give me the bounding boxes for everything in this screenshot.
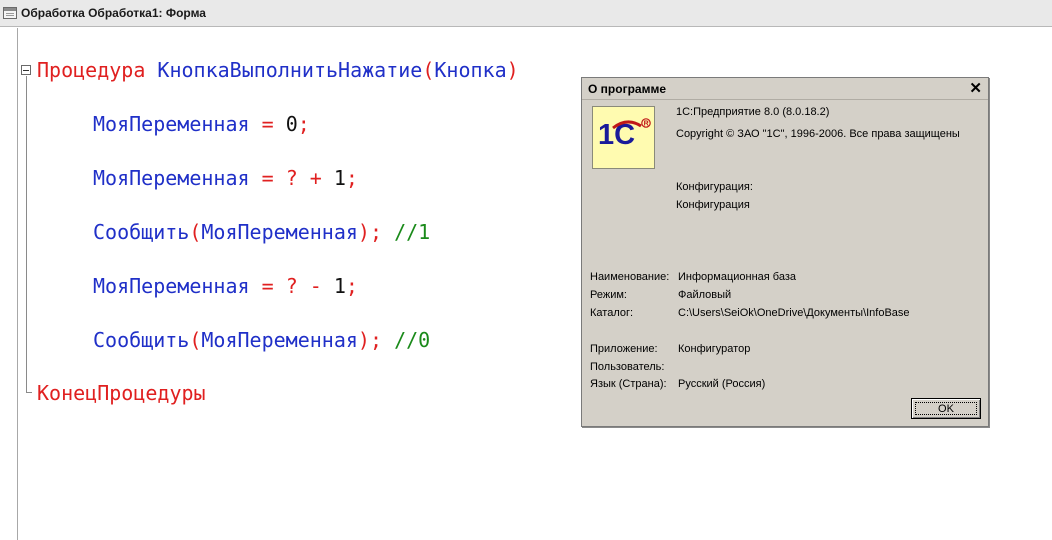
procedure-param: Кнопка: [434, 58, 507, 82]
1c-logo-icon: 1С R: [592, 106, 655, 169]
open-paren: (: [189, 328, 202, 352]
user-label: Пользователь:: [590, 361, 665, 373]
code-line-increment[interactable]: МояПеременная = ? + 1;: [93, 165, 358, 192]
application-label: Приложение:: [590, 343, 658, 355]
name-label: Наименование:: [590, 271, 670, 283]
open-paren: (: [422, 58, 435, 82]
keyword-end-procedure: КонецПроцедуры: [37, 381, 206, 405]
focus-rectangle: [915, 402, 977, 415]
mode-value: Файловый: [678, 289, 732, 301]
code-comment: //1: [394, 220, 431, 244]
number-literal: 1: [333, 274, 346, 298]
number-literal: 1: [333, 166, 346, 190]
variable: МояПеременная: [93, 274, 250, 298]
operator-assign: =: [261, 166, 274, 190]
code-line-end-procedure[interactable]: КонецПроцедуры: [37, 380, 206, 407]
application-value: Конфигуратор: [678, 343, 751, 355]
language-label: Язык (Страна):: [590, 378, 667, 390]
operator-assign: =: [261, 274, 274, 298]
catalog-value: C:\Users\SeiOk\OneDrive\Документы\InfoBa…: [678, 307, 910, 319]
code-line-decrement[interactable]: МояПеременная = ? - 1;: [93, 273, 358, 300]
code-comment: //0: [394, 328, 431, 352]
function-arg: МояПеременная: [201, 328, 358, 352]
window-title: Обработка Обработка1: Форма: [21, 6, 206, 20]
number-literal: 0: [285, 112, 298, 136]
name-value: Информационная база: [678, 271, 796, 283]
variable: МояПеременная: [93, 166, 250, 190]
about-dialog: О программе ✕ 1С R 1С:Предприятие 8.0 (8…: [581, 77, 989, 427]
variable: МояПеременная: [93, 112, 250, 136]
close-icon[interactable]: ✕: [969, 81, 982, 96]
keyword-procedure: Процедура: [37, 58, 146, 82]
code-line-message-0[interactable]: Сообщить(МояПеременная); //0: [93, 327, 430, 354]
configuration-value: Конфигурация: [676, 199, 750, 211]
semicolon: ;: [345, 274, 358, 298]
catalog-label: Каталог:: [590, 307, 634, 319]
operator-assign: =: [261, 112, 274, 136]
function-name: Сообщить: [93, 328, 190, 352]
semicolon: ;: [345, 166, 358, 190]
code-line-procedure[interactable]: Процедура КнопкаВыполнитьНажатие(Кнопка): [37, 57, 519, 84]
product-version: 1С:Предприятие 8.0 (8.0.18.2): [676, 106, 830, 118]
window-title-bar: Обработка Обработка1: Форма: [0, 0, 1052, 27]
svg-text:R: R: [644, 121, 649, 128]
operator-minus: -: [309, 274, 322, 298]
semicolon: ;: [297, 112, 310, 136]
semicolon: ;: [369, 220, 383, 244]
ok-button[interactable]: OK: [911, 398, 981, 419]
fold-guide-end: [26, 392, 32, 393]
procedure-name: КнопкаВыполнитьНажатие: [157, 58, 423, 82]
close-paren: ): [357, 328, 370, 352]
fold-collapse-icon[interactable]: [21, 65, 31, 75]
semicolon: ;: [369, 328, 383, 352]
fold-guide-line: [26, 76, 27, 392]
copyright-text: Copyright © ЗАО "1С", 1996-2006. Все пра…: [676, 128, 960, 140]
operator-ternary: ?: [285, 166, 298, 190]
dialog-title-bar: О программе ✕: [582, 78, 988, 100]
operator-ternary: ?: [285, 274, 298, 298]
open-paren: (: [189, 220, 202, 244]
close-paren: ): [506, 58, 519, 82]
close-paren: ): [357, 220, 370, 244]
code-line-message-1[interactable]: Сообщить(МояПеременная); //1: [93, 219, 430, 246]
form-window-icon: [3, 7, 17, 19]
code-line-assign-zero[interactable]: МояПеременная = 0;: [93, 111, 310, 138]
function-name: Сообщить: [93, 220, 190, 244]
dialog-title: О программе: [588, 81, 667, 96]
configuration-label: Конфигурация:: [676, 181, 753, 193]
operator-plus: +: [309, 166, 322, 190]
function-arg: МояПеременная: [201, 220, 358, 244]
language-value: Русский (Россия): [678, 378, 766, 390]
mode-label: Режим:: [590, 289, 627, 301]
